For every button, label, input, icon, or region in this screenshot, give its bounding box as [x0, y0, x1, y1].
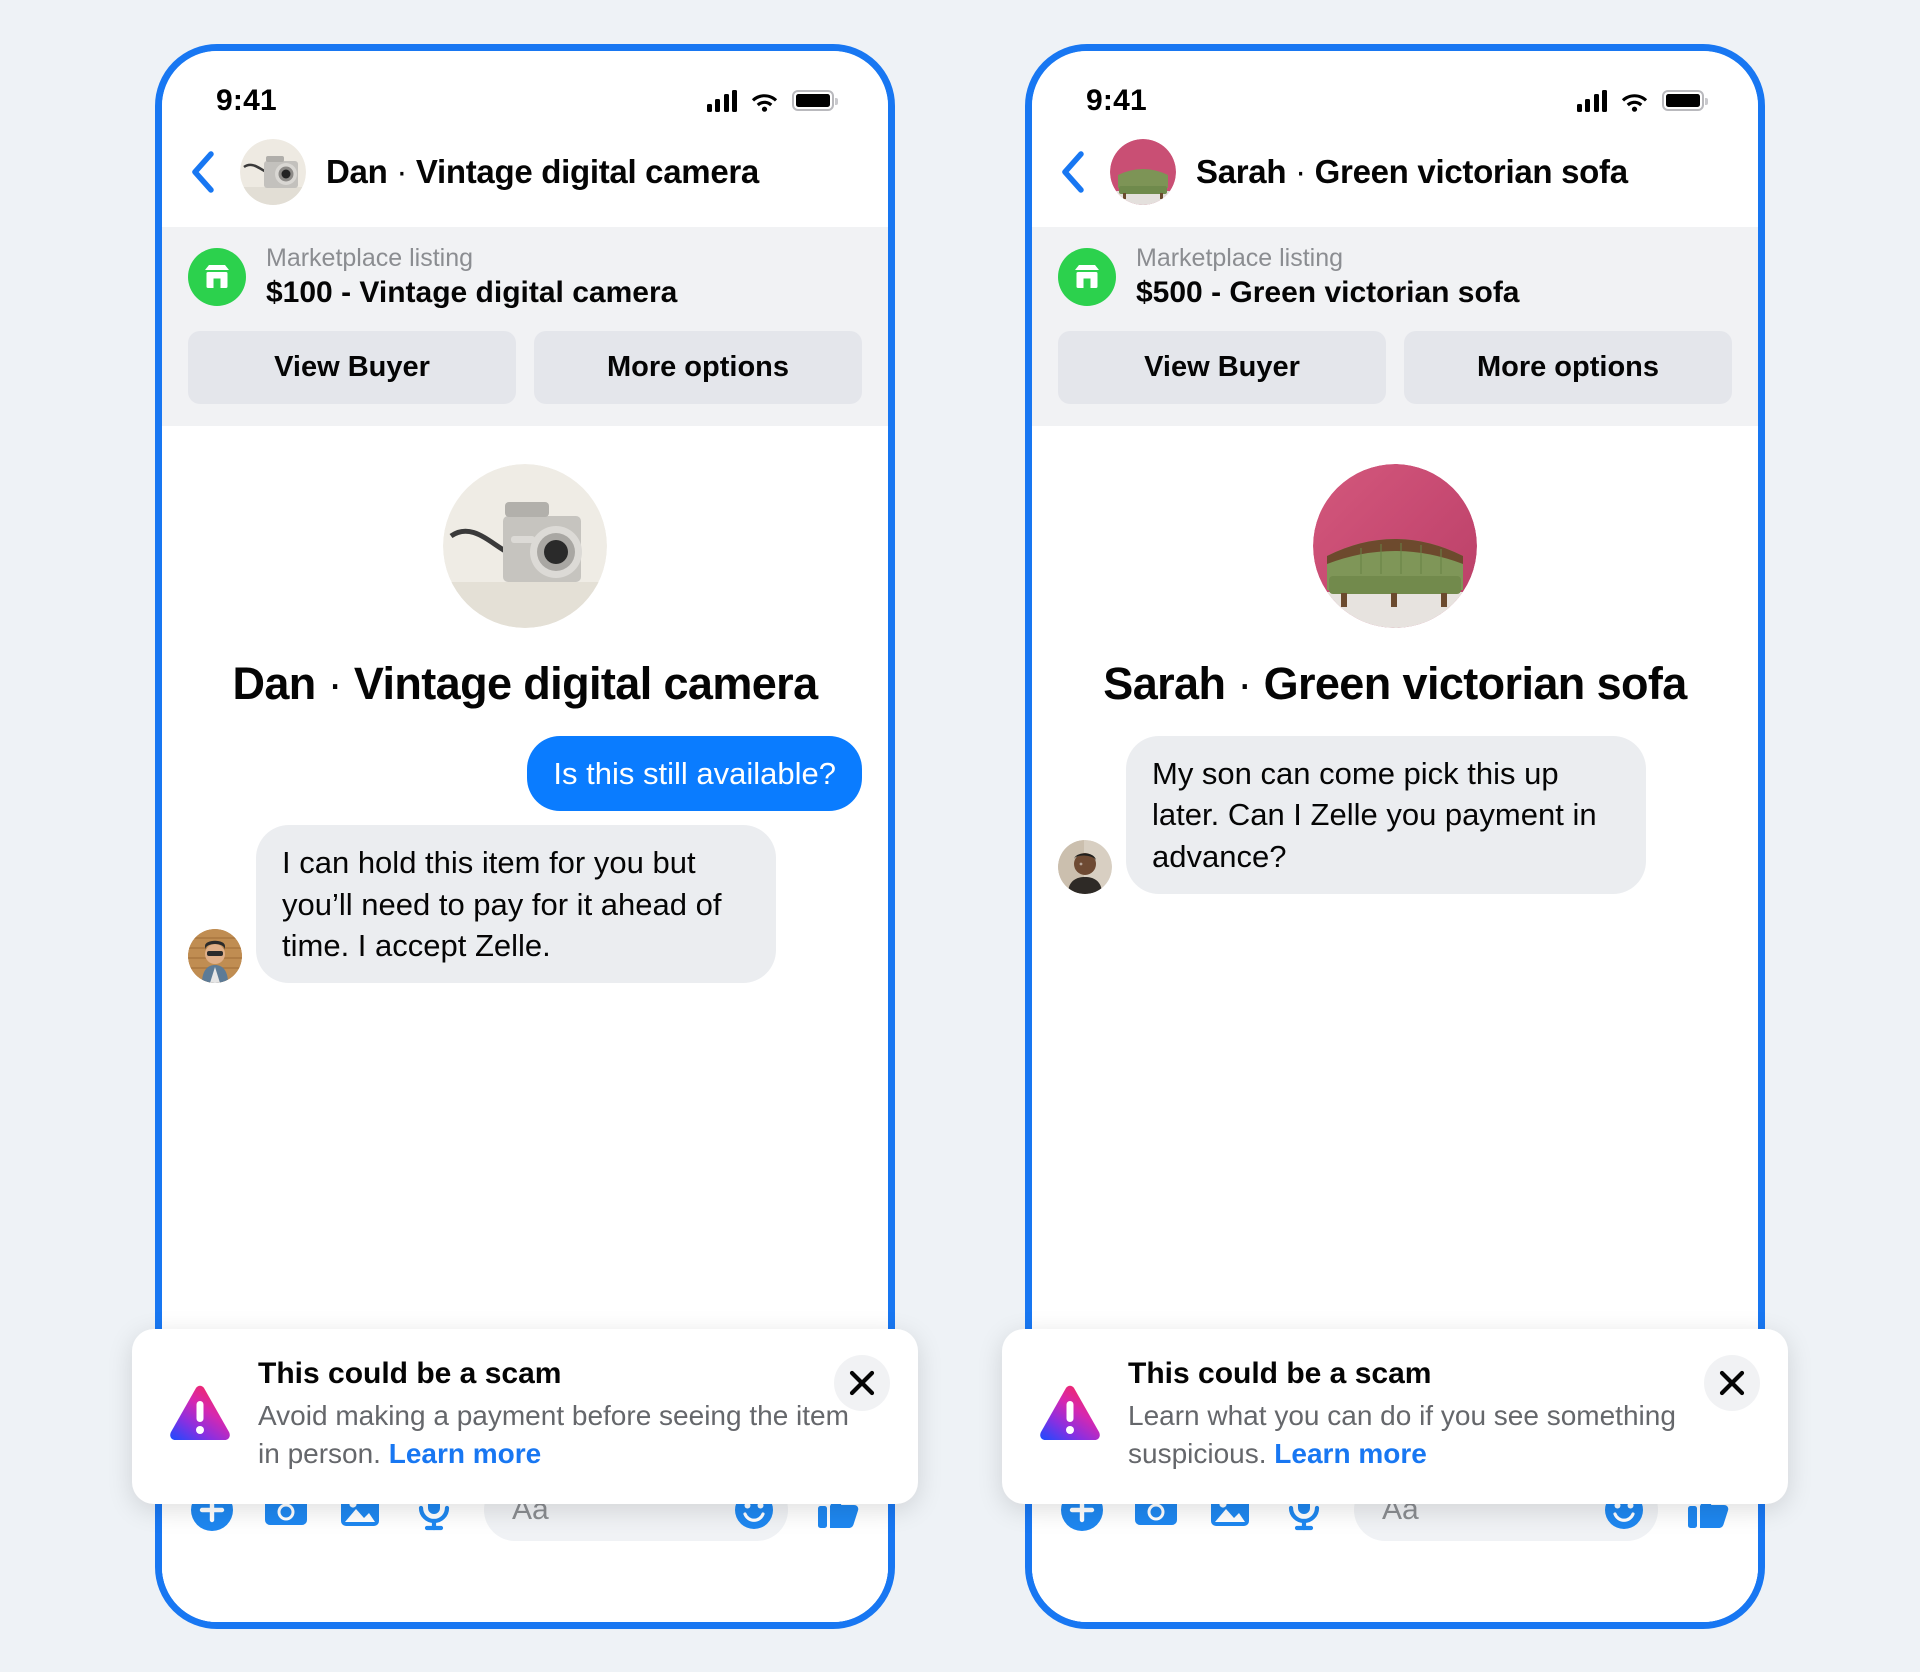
- header-item-name: Vintage digital camera: [415, 152, 759, 190]
- scam-warning-triangle-icon: [166, 1381, 234, 1449]
- listing-price-title: $100 - Vintage digital camera: [266, 275, 678, 309]
- intro-listing-photo[interactable]: [443, 464, 607, 629]
- status-time: 9:41: [216, 83, 277, 117]
- listing-row[interactable]: Marketplace listing $100 - Vintage digit…: [188, 243, 862, 312]
- status-icons: [706, 89, 838, 112]
- status-icons: [1576, 89, 1708, 112]
- intro-listing-photo[interactable]: [1313, 464, 1477, 629]
- battery-full-icon: [1662, 90, 1708, 111]
- banner-description: Avoid making a payment before seeing the…: [258, 1397, 872, 1473]
- intro-separator: ·: [1225, 658, 1264, 710]
- listing-action-buttons: View Buyer More options: [188, 331, 862, 405]
- listing-label: Marketplace listing: [266, 243, 474, 272]
- message-bubble-incoming[interactable]: I can hold this item for you but you’ll …: [256, 825, 776, 984]
- intro-separator: ·: [315, 658, 354, 710]
- home-indicator-area: [1032, 1565, 1758, 1622]
- header-separator: ·: [387, 152, 416, 190]
- scam-warning-banner: This could be a scam Avoid making a paym…: [132, 1329, 918, 1504]
- more-options-button[interactable]: More options: [534, 331, 862, 405]
- intro-item-name: Vintage digital camera: [353, 658, 818, 710]
- marketplace-storefront-icon: [1058, 247, 1116, 306]
- header-listing-avatar[interactable]: [1110, 138, 1176, 205]
- battery-full-icon: [792, 90, 838, 111]
- phone-mockup-left: 9:41 Dan · Vintage digital camera Market…: [132, 43, 918, 1629]
- header-person-name: Dan: [326, 152, 388, 190]
- conversation-header: Sarah · Green victorian sofa: [1032, 129, 1758, 227]
- status-bar: 9:41: [1032, 51, 1758, 129]
- conversation-header: Dan · Vintage digital camera: [162, 129, 888, 227]
- status-time: 9:41: [1086, 83, 1147, 117]
- banner-body: This could be a scam Learn what you can …: [1128, 1357, 1758, 1473]
- banner-body: This could be a scam Avoid making a paym…: [258, 1357, 888, 1473]
- conversation-title: Dan · Vintage digital camera: [326, 153, 759, 191]
- message-row-incoming: I can hold this item for you but you’ll …: [188, 825, 862, 984]
- close-icon[interactable]: [834, 1355, 890, 1412]
- intro-person-name: Sarah: [1103, 658, 1226, 710]
- header-person-name: Sarah: [1196, 152, 1287, 190]
- learn-more-link[interactable]: Learn more: [389, 1438, 542, 1469]
- intro-item-name: Green victorian sofa: [1263, 658, 1688, 710]
- intro-title: Dan · Vintage digital camera: [232, 658, 818, 710]
- wifi-icon: [751, 93, 778, 112]
- screenshot-stage: 9:41 Dan · Vintage digital camera Market…: [0, 0, 1920, 1672]
- close-icon[interactable]: [1704, 1355, 1760, 1412]
- header-separator: ·: [1286, 152, 1315, 190]
- banner-title: This could be a scam: [258, 1357, 562, 1391]
- message-row-outgoing: Is this still available?: [188, 736, 862, 812]
- listing-price-title: $500 - Green victorian sofa: [1136, 275, 1520, 309]
- scam-warning-triangle-icon: [1036, 1381, 1104, 1449]
- marketplace-storefront-icon: [188, 247, 246, 306]
- message-list: My son can come pick this up later. Can …: [1058, 736, 1732, 894]
- message-bubble-outgoing[interactable]: Is this still available?: [527, 736, 862, 812]
- conversation-title: Sarah · Green victorian sofa: [1196, 153, 1628, 191]
- scam-warning-banner: This could be a scam Learn what you can …: [1002, 1329, 1788, 1504]
- thread-intro: Sarah · Green victorian sofa: [1058, 426, 1732, 710]
- thread-intro: Dan · Vintage digital camera: [188, 426, 862, 710]
- header-listing-avatar[interactable]: [240, 138, 306, 205]
- message-row-incoming: My son can come pick this up later. Can …: [1058, 736, 1732, 894]
- message-thread: Dan · Vintage digital camera Is this sti…: [162, 426, 888, 1453]
- more-options-button[interactable]: More options: [1404, 331, 1732, 405]
- wifi-icon: [1621, 93, 1648, 112]
- banner-description: Learn what you can do if you see somethi…: [1128, 1397, 1742, 1473]
- view-buyer-button[interactable]: View Buyer: [188, 331, 516, 405]
- intro-title: Sarah · Green victorian sofa: [1103, 658, 1688, 710]
- cellular-signal-icon: [1576, 89, 1607, 112]
- view-buyer-button[interactable]: View Buyer: [1058, 331, 1386, 405]
- home-indicator-area: [162, 1565, 888, 1622]
- listing-label: Marketplace listing: [1136, 243, 1344, 272]
- cellular-signal-icon: [706, 89, 737, 112]
- sender-avatar[interactable]: [1058, 839, 1112, 894]
- intro-person-name: Dan: [232, 658, 316, 710]
- back-chevron-icon[interactable]: [186, 147, 220, 197]
- message-list: Is this still available? I can hold this…: [188, 736, 862, 984]
- header-item-name: Green victorian sofa: [1314, 152, 1628, 190]
- message-thread: Sarah · Green victorian sofa My son can …: [1032, 426, 1758, 1453]
- banner-title: This could be a scam: [1128, 1357, 1432, 1391]
- marketplace-listing-strip: Marketplace listing $100 - Vintage digit…: [162, 226, 888, 427]
- learn-more-link[interactable]: Learn more: [1274, 1438, 1427, 1469]
- status-bar: 9:41: [162, 51, 888, 129]
- marketplace-listing-strip: Marketplace listing $500 - Green victori…: [1032, 226, 1758, 427]
- back-chevron-icon[interactable]: [1056, 147, 1090, 197]
- listing-row[interactable]: Marketplace listing $500 - Green victori…: [1058, 243, 1732, 312]
- listing-action-buttons: View Buyer More options: [1058, 331, 1732, 405]
- phone-mockup-right: 9:41 Sarah · Green victorian sofa Market…: [1002, 43, 1788, 1629]
- sender-avatar[interactable]: [188, 929, 242, 984]
- message-bubble-incoming[interactable]: My son can come pick this up later. Can …: [1126, 736, 1646, 894]
- banner-description-text: Avoid making a payment before seeing the…: [258, 1400, 849, 1470]
